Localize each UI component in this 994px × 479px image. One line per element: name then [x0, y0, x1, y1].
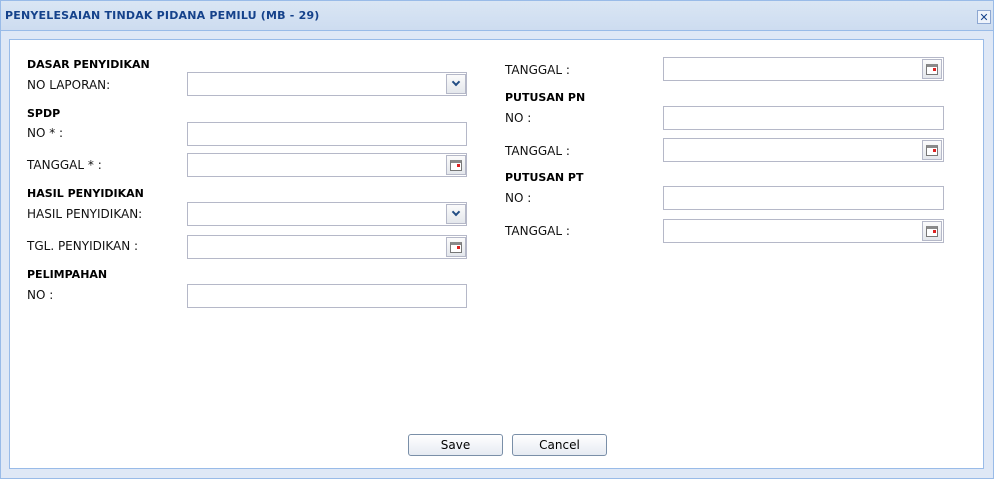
hasil-penyidikan-dropdown-trigger[interactable]	[446, 204, 466, 224]
putusan-pt-no-label: NO :	[505, 191, 532, 205]
tgl-penyidikan-field[interactable]	[187, 235, 467, 259]
spdp-no-field[interactable]	[187, 122, 467, 146]
tgl-penyidikan-date-trigger[interactable]	[446, 237, 466, 257]
no-laporan-label: NO LAPORAN:	[27, 78, 111, 92]
cancel-button[interactable]: Cancel	[512, 434, 607, 456]
calendar-icon	[450, 159, 462, 171]
chevron-down-icon	[451, 207, 461, 217]
section-header-spdp: SPDP	[27, 107, 61, 120]
putusan-pt-tanggal-field[interactable]	[663, 219, 944, 243]
section-header-putusan-pn: PUTUSAN PN	[505, 91, 586, 104]
putusan-pn-tanggal-field[interactable]	[663, 138, 944, 162]
spdp-tanggal-label: TANGGAL * :	[27, 158, 102, 172]
tgl-penyidikan-label: TGL. PENYIDIKAN :	[27, 239, 139, 253]
putusan-pt-tanggal-date-trigger[interactable]	[922, 221, 942, 241]
pelimpahan-no-field[interactable]	[187, 284, 467, 308]
calendar-icon	[926, 225, 938, 237]
putusan-pn-no-label: NO :	[505, 111, 532, 125]
section-header-putusan-pt: PUTUSAN PT	[505, 171, 584, 184]
no-laporan-select[interactable]	[187, 72, 467, 96]
calendar-icon	[450, 241, 462, 253]
putusan-pn-no-field[interactable]	[663, 106, 944, 130]
putusan-pn-tanggal-date-trigger[interactable]	[922, 140, 942, 160]
dialog-window: PENYELESAIAN TINDAK PIDANA PEMILU (MB - …	[0, 0, 994, 479]
spdp-no-label: NO * :	[27, 126, 64, 140]
section-header-dasar-penyidikan: DASAR PENYIDIKAN	[27, 58, 150, 71]
tanggal-date-trigger[interactable]	[922, 59, 942, 79]
section-header-hasil-penyidikan: HASIL PENYIDIKAN	[27, 187, 144, 200]
putusan-pt-tanggal-label: TANGGAL :	[505, 224, 570, 238]
hasil-penyidikan-label: HASIL PENYIDIKAN:	[27, 207, 143, 221]
no-laporan-dropdown-trigger[interactable]	[446, 74, 466, 94]
pelimpahan-no-label: NO :	[27, 288, 54, 302]
chevron-down-icon	[451, 77, 461, 87]
save-button[interactable]: Save	[408, 434, 503, 456]
spdp-tanggal-date-trigger[interactable]	[446, 155, 466, 175]
title-bar[interactable]: PENYELESAIAN TINDAK PIDANA PEMILU (MB - …	[1, 1, 993, 31]
close-icon[interactable]: ✕	[977, 10, 991, 24]
tanggal-label: TANGGAL :	[505, 63, 570, 77]
putusan-pt-no-field[interactable]	[663, 186, 944, 210]
window-title: PENYELESAIAN TINDAK PIDANA PEMILU (MB - …	[5, 9, 320, 22]
hasil-penyidikan-select[interactable]	[187, 202, 467, 226]
spdp-tanggal-field[interactable]	[187, 153, 467, 177]
form-panel: DASAR PENYIDIKAN NO LAPORAN: SPDP NO * :…	[9, 39, 984, 469]
section-header-pelimpahan: PELIMPAHAN	[27, 268, 108, 281]
putusan-pn-tanggal-label: TANGGAL :	[505, 144, 570, 158]
calendar-icon	[926, 144, 938, 156]
tanggal-field[interactable]	[663, 57, 944, 81]
calendar-icon	[926, 63, 938, 75]
